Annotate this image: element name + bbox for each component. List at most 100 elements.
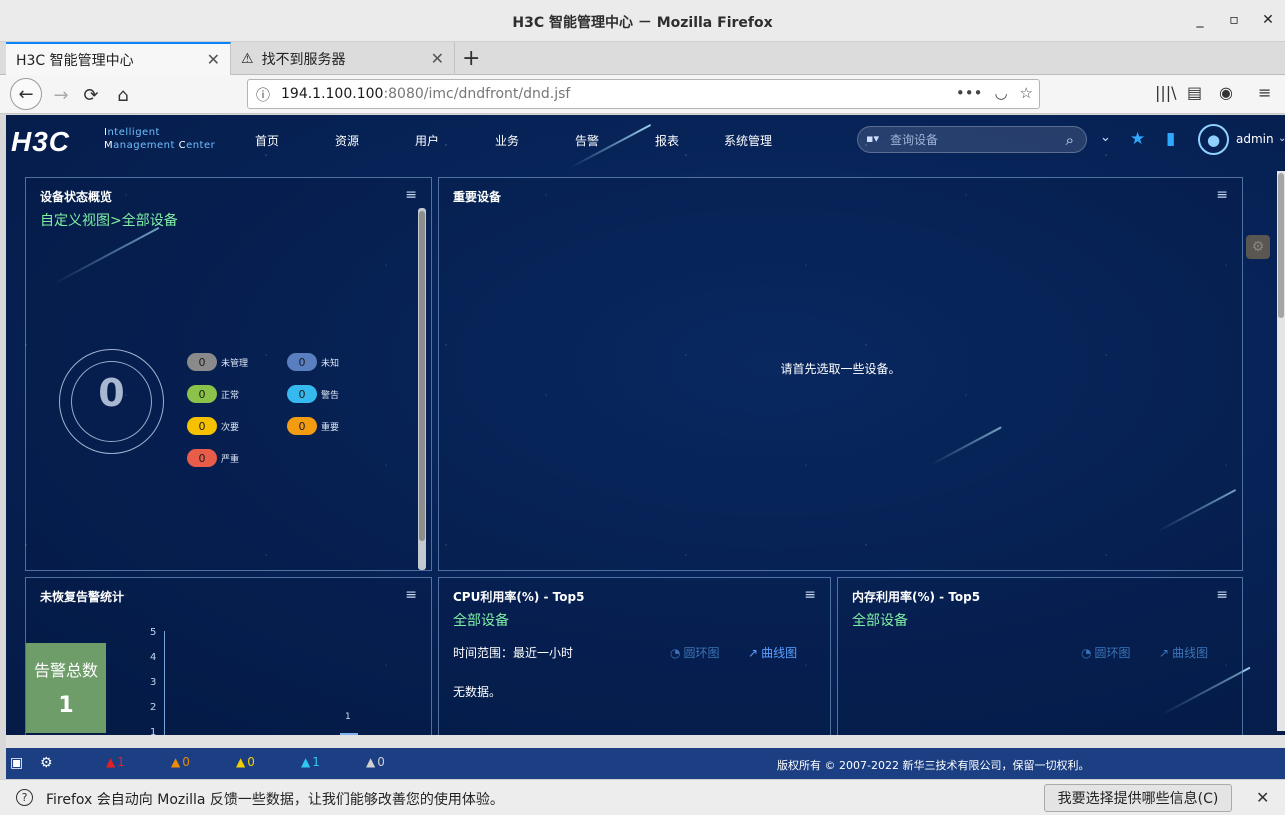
page-scrollbar[interactable]: [1277, 171, 1285, 731]
window-icon[interactable]: ▣: [10, 755, 23, 771]
info-icon[interactable]: ⓘ: [256, 85, 270, 105]
search-input[interactable]: [890, 131, 1050, 149]
alarm-info-icon: ▲: [366, 755, 376, 769]
panel-menu-icon[interactable]: ≡: [1216, 187, 1228, 203]
count-pill: 0: [187, 385, 217, 403]
horizontal-scrollbar[interactable]: [6, 735, 1285, 748]
stat-critical[interactable]: 0 严重: [187, 449, 239, 467]
menu-system[interactable]: 系统管理: [724, 132, 772, 149]
device-scope-link[interactable]: 全部设备: [852, 610, 908, 630]
close-icon[interactable]: ✕: [1256, 788, 1269, 807]
menu-user[interactable]: 用户: [415, 132, 439, 149]
page-actions-icon[interactable]: •••: [956, 84, 983, 102]
url-bar[interactable]: ⓘ 194.1.100.100:8080/imc/dndfront/dnd.js…: [247, 79, 1040, 109]
menu-alarm[interactable]: 告警: [575, 132, 599, 149]
alarm-total-box[interactable]: 告警总数 1: [26, 643, 106, 733]
panel-menu-icon[interactable]: ≡: [405, 587, 417, 603]
close-icon[interactable]: ✕: [207, 50, 220, 69]
search-type-dropdown[interactable]: ▪▾: [866, 132, 879, 145]
url-path: :8080/imc/dndfront/dnd.jsf: [383, 86, 571, 102]
maximize-button[interactable]: ▫: [1224, 12, 1244, 28]
tab-server-not-found[interactable]: ⚠ 找不到服务器 ✕: [231, 42, 455, 75]
empty-message: 请首先选取一些设备。: [780, 362, 901, 376]
stat-major[interactable]: 0 重要: [287, 417, 339, 435]
home-button[interactable]: ⌂: [110, 82, 136, 108]
stat-label: 未管理: [221, 358, 249, 369]
y-tick: 3: [150, 677, 157, 688]
account-icon[interactable]: ◉: [1219, 83, 1233, 102]
line-chart-toggle[interactable]: ↗ 曲线图: [748, 644, 797, 661]
minimize-button[interactable]: _: [1190, 12, 1210, 28]
bar-value-label: 1: [345, 712, 351, 722]
bookmark-star-icon[interactable]: ☆: [1020, 84, 1033, 102]
panel-scrollbar[interactable]: [418, 208, 426, 570]
choose-data-button[interactable]: 我要选择提供哪些信息(C): [1044, 784, 1232, 812]
settings-icon[interactable]: ⚙: [40, 755, 53, 771]
panel-title: 内存利用率(%) - Top5: [852, 590, 981, 604]
count-value: 0: [182, 755, 190, 769]
scrollbar-thumb[interactable]: [419, 211, 425, 541]
ring-chart-toggle[interactable]: ◔ 圆环图: [670, 644, 720, 661]
alarm-major-icon: ▲: [171, 755, 181, 769]
count-pill: 0: [187, 417, 217, 435]
stat-normal[interactable]: 0 正常: [187, 385, 239, 403]
scrollbar-thumb[interactable]: [1278, 173, 1284, 318]
count-value: 1: [312, 755, 320, 769]
new-tab-button[interactable]: +: [462, 46, 480, 71]
close-window-button[interactable]: ✕: [1258, 12, 1278, 28]
y-tick: 2: [150, 702, 157, 713]
logo-letter: C: [178, 140, 187, 151]
panel-cpu-top5: CPU利用率(%) - Top5 ≡ 全部设备 时间范围：最近一小时 ◔ 圆环图 …: [438, 577, 831, 735]
settings-gear-icon[interactable]: ⚙: [1246, 235, 1270, 259]
stat-unknown[interactable]: 0 未知: [287, 353, 339, 371]
panel-menu-icon[interactable]: ≡: [405, 187, 417, 203]
alarm-count-critical[interactable]: ▲ 1: [106, 755, 125, 769]
username[interactable]: admin: [1236, 132, 1274, 146]
close-icon[interactable]: ✕: [431, 49, 444, 68]
reload-button[interactable]: ⟳: [78, 82, 104, 108]
user-avatar-icon[interactable]: ●: [1198, 124, 1229, 155]
back-button[interactable]: ←: [10, 78, 42, 110]
favorite-star-icon[interactable]: ★: [1130, 129, 1145, 149]
user-caret-icon[interactable]: ⌄: [1278, 133, 1285, 144]
alarm-count-warning[interactable]: ▲ 1: [301, 755, 320, 769]
tab-h3c[interactable]: H3C 智能管理中心 ✕: [6, 42, 231, 75]
menu-icon[interactable]: ≡: [1258, 83, 1271, 102]
sidebar-icon[interactable]: ▤: [1187, 83, 1202, 102]
bookmark-icon[interactable]: ▮: [1166, 129, 1175, 149]
stat-label: 严重: [221, 454, 240, 465]
alarm-count-minor[interactable]: ▲ 0: [236, 755, 255, 769]
ring-chart-toggle[interactable]: ◔ 圆环图: [1081, 644, 1131, 661]
menu-service[interactable]: 业务: [495, 132, 519, 149]
device-scope-link[interactable]: 全部设备: [453, 610, 509, 630]
h3c-logo[interactable]: H3C: [11, 126, 70, 158]
alarm-count-info[interactable]: ▲ 0: [366, 755, 385, 769]
stat-label: 重要: [321, 422, 340, 433]
view-link[interactable]: 自定义视图>全部设备: [40, 210, 178, 230]
logo-letter: M: [104, 140, 114, 151]
logo-word: enter: [186, 140, 216, 151]
library-icon[interactable]: |||\: [1155, 83, 1177, 102]
stat-minor[interactable]: 0 次要: [187, 417, 239, 435]
alarm-count-major[interactable]: ▲ 0: [171, 755, 190, 769]
menu-home[interactable]: 首页: [255, 132, 279, 149]
pocket-icon[interactable]: ◡: [994, 84, 1007, 102]
panel-title: CPU利用率(%) - Top5: [453, 590, 585, 604]
line-chart-icon: ↗: [1159, 645, 1170, 660]
panel-menu-icon[interactable]: ≡: [804, 587, 816, 603]
url-text[interactable]: 194.1.100.100:8080/imc/dndfront/dnd.jsf: [281, 86, 570, 102]
forward-button[interactable]: →: [48, 82, 74, 108]
line-chart-toggle[interactable]: ↗ 曲线图: [1159, 644, 1208, 661]
stat-label: 未知: [321, 358, 340, 369]
question-icon: ?: [16, 789, 33, 806]
expand-chevron-icon[interactable]: ⌄: [1100, 130, 1111, 145]
logo-word: anagement: [113, 140, 175, 151]
menu-resource[interactable]: 资源: [335, 132, 359, 149]
search-icon[interactable]: ⌕: [1066, 131, 1074, 149]
menu-report[interactable]: 报表: [655, 132, 679, 149]
alarm-total-value: 1: [58, 693, 74, 718]
stat-warning[interactable]: 0 警告: [287, 385, 339, 403]
panel-menu-icon[interactable]: ≡: [1216, 587, 1228, 603]
stat-unmanaged[interactable]: 0 未管理: [187, 353, 248, 371]
status-bar: ▣ ⚙ ▲ 1 ▲ 0 ▲ 0 ▲ 1 ▲ 0 版权所有 © 2007-2022 新华三技…: [6, 748, 1285, 779]
